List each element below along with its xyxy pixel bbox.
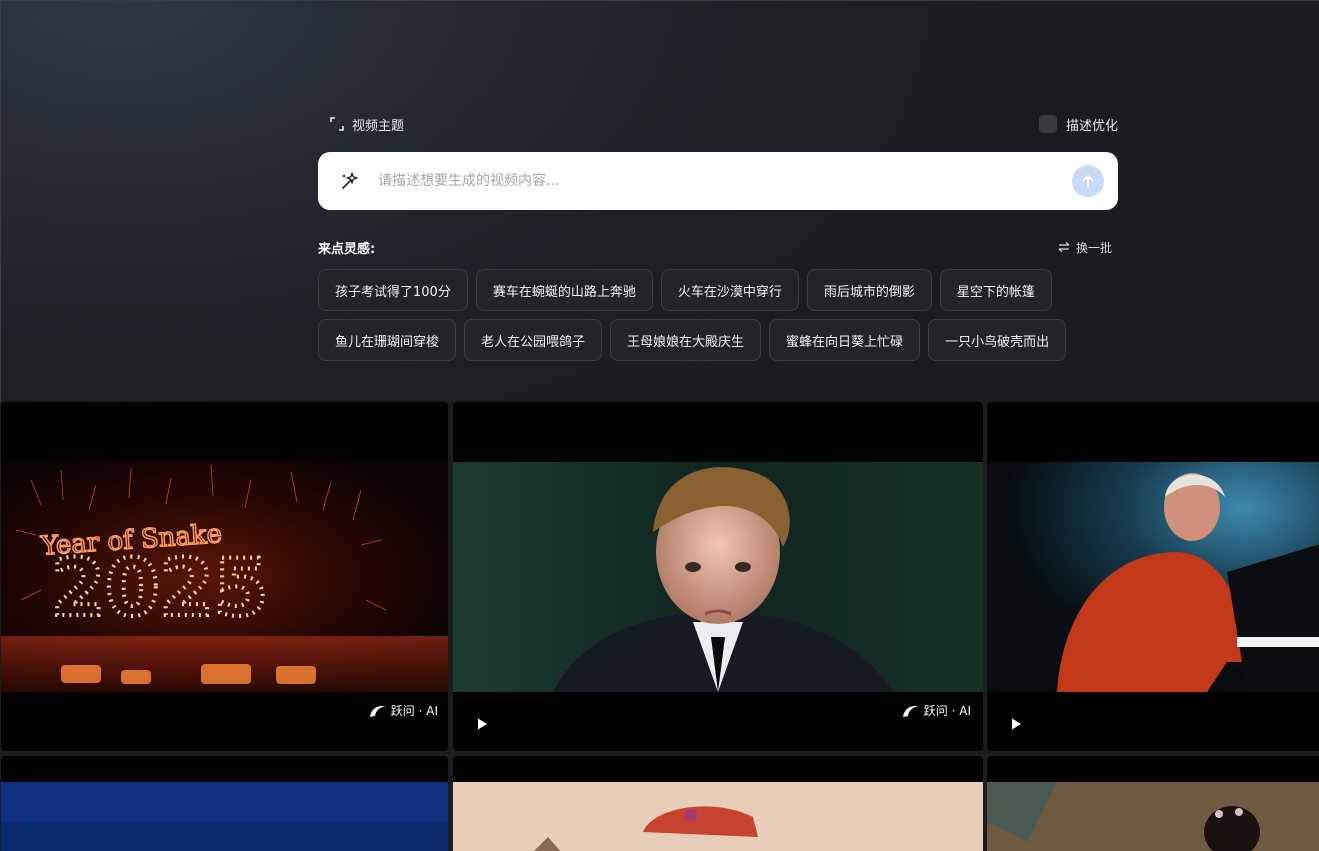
magic-wand-icon xyxy=(342,172,358,189)
watermark: 跃问 · AI xyxy=(902,702,971,719)
description-optimize-toggle[interactable]: 描述优化 xyxy=(1038,115,1118,134)
inspiration-chip[interactable]: 鱼儿在珊瑚间穿梭 xyxy=(318,319,457,361)
yuewen-logo-icon xyxy=(902,705,919,717)
inspiration-chip[interactable]: 星空下的帐篷 xyxy=(939,269,1052,311)
fireworks-thumbnail: Year of Snake 2025 xyxy=(1,460,448,692)
panel-toolbar: 视频主题 描述优化 xyxy=(318,110,1118,138)
inspiration-chip[interactable]: 王母娘娘在大殿庆生 xyxy=(610,319,762,361)
refresh-label: 换一批 xyxy=(1075,240,1112,255)
inspiration-chip[interactable]: 雨后城市的倒影 xyxy=(806,269,932,311)
inspiration-chip[interactable]: 一只小鸟破壳而出 xyxy=(928,319,1067,361)
chip-row-1: 孩子考试得了100分 赛车在蜿蜒的山路上奔驰 火车在沙漠中穿行 雨后城市的倒影 … xyxy=(318,269,1118,311)
inspiration-chips: 孩子考试得了100分 赛车在蜿蜒的山路上奔驰 火车在沙漠中穿行 雨后城市的倒影 … xyxy=(318,269,1118,361)
expand-icon xyxy=(330,117,344,131)
palace-thumbnail xyxy=(987,782,1319,851)
video-topic-label: 视频主题 xyxy=(352,118,405,134)
pianist-thumbnail xyxy=(987,462,1319,692)
watermark-text: 跃问 · AI xyxy=(923,704,971,718)
ocean-thumbnail xyxy=(1,782,448,851)
swap-icon xyxy=(1058,242,1070,252)
prompt-input[interactable] xyxy=(378,161,1072,201)
inspiration-chip[interactable]: 蜜蜂在向日葵上忙碌 xyxy=(769,319,921,361)
play-icon[interactable] xyxy=(1009,717,1023,731)
video-card-ocean[interactable] xyxy=(1,756,448,851)
prompt-box xyxy=(318,152,1118,210)
video-card-boy[interactable]: 跃问 · AI xyxy=(453,402,983,751)
arrow-up-icon xyxy=(1082,175,1094,187)
boy-thumbnail xyxy=(453,462,983,692)
refresh-batch-button[interactable]: 换一批 xyxy=(1058,239,1112,256)
inspiration-chip[interactable]: 赛车在蜿蜒的山路上奔驰 xyxy=(475,269,653,311)
generation-panel: 视频主题 描述优化 来点灵感: 换一批 xyxy=(318,110,1118,369)
hat-thumbnail xyxy=(453,782,983,851)
watermark-text: 跃问 · AI xyxy=(390,704,438,718)
inspiration-chip[interactable]: 孩子考试得了100分 xyxy=(318,269,468,311)
yuewen-logo-icon xyxy=(369,705,386,717)
video-card-palace[interactable] xyxy=(987,756,1319,851)
play-icon[interactable] xyxy=(475,717,489,731)
watermark: 跃问 · AI xyxy=(369,702,438,719)
optimize-checkbox[interactable] xyxy=(1038,115,1057,133)
chip-row-2: 鱼儿在珊瑚间穿梭 老人在公园喂鸽子 王母娘娘在大殿庆生 蜜蜂在向日葵上忙碌 一只… xyxy=(318,319,1118,361)
inspiration-chip[interactable]: 火车在沙漠中穿行 xyxy=(660,269,799,311)
year-number-text: 2025 xyxy=(51,544,268,634)
optimize-label: 描述优化 xyxy=(1065,118,1118,134)
inspiration-title: 来点灵感: xyxy=(318,241,376,257)
video-card-pianist[interactable] xyxy=(987,402,1319,751)
inspiration-chip[interactable]: 老人在公园喂鸽子 xyxy=(464,319,603,361)
send-button[interactable] xyxy=(1072,165,1104,197)
video-topic-button[interactable]: 视频主题 xyxy=(330,115,404,134)
video-card-fireworks[interactable]: Year of Snake 2025 跃问 · AI xyxy=(1,402,448,751)
inspiration-header: 来点灵感: 换一批 xyxy=(318,238,1118,257)
video-card-hat[interactable] xyxy=(453,756,983,851)
video-gallery: Year of Snake 2025 跃问 · AI 跃问 · AI xyxy=(0,402,1319,851)
